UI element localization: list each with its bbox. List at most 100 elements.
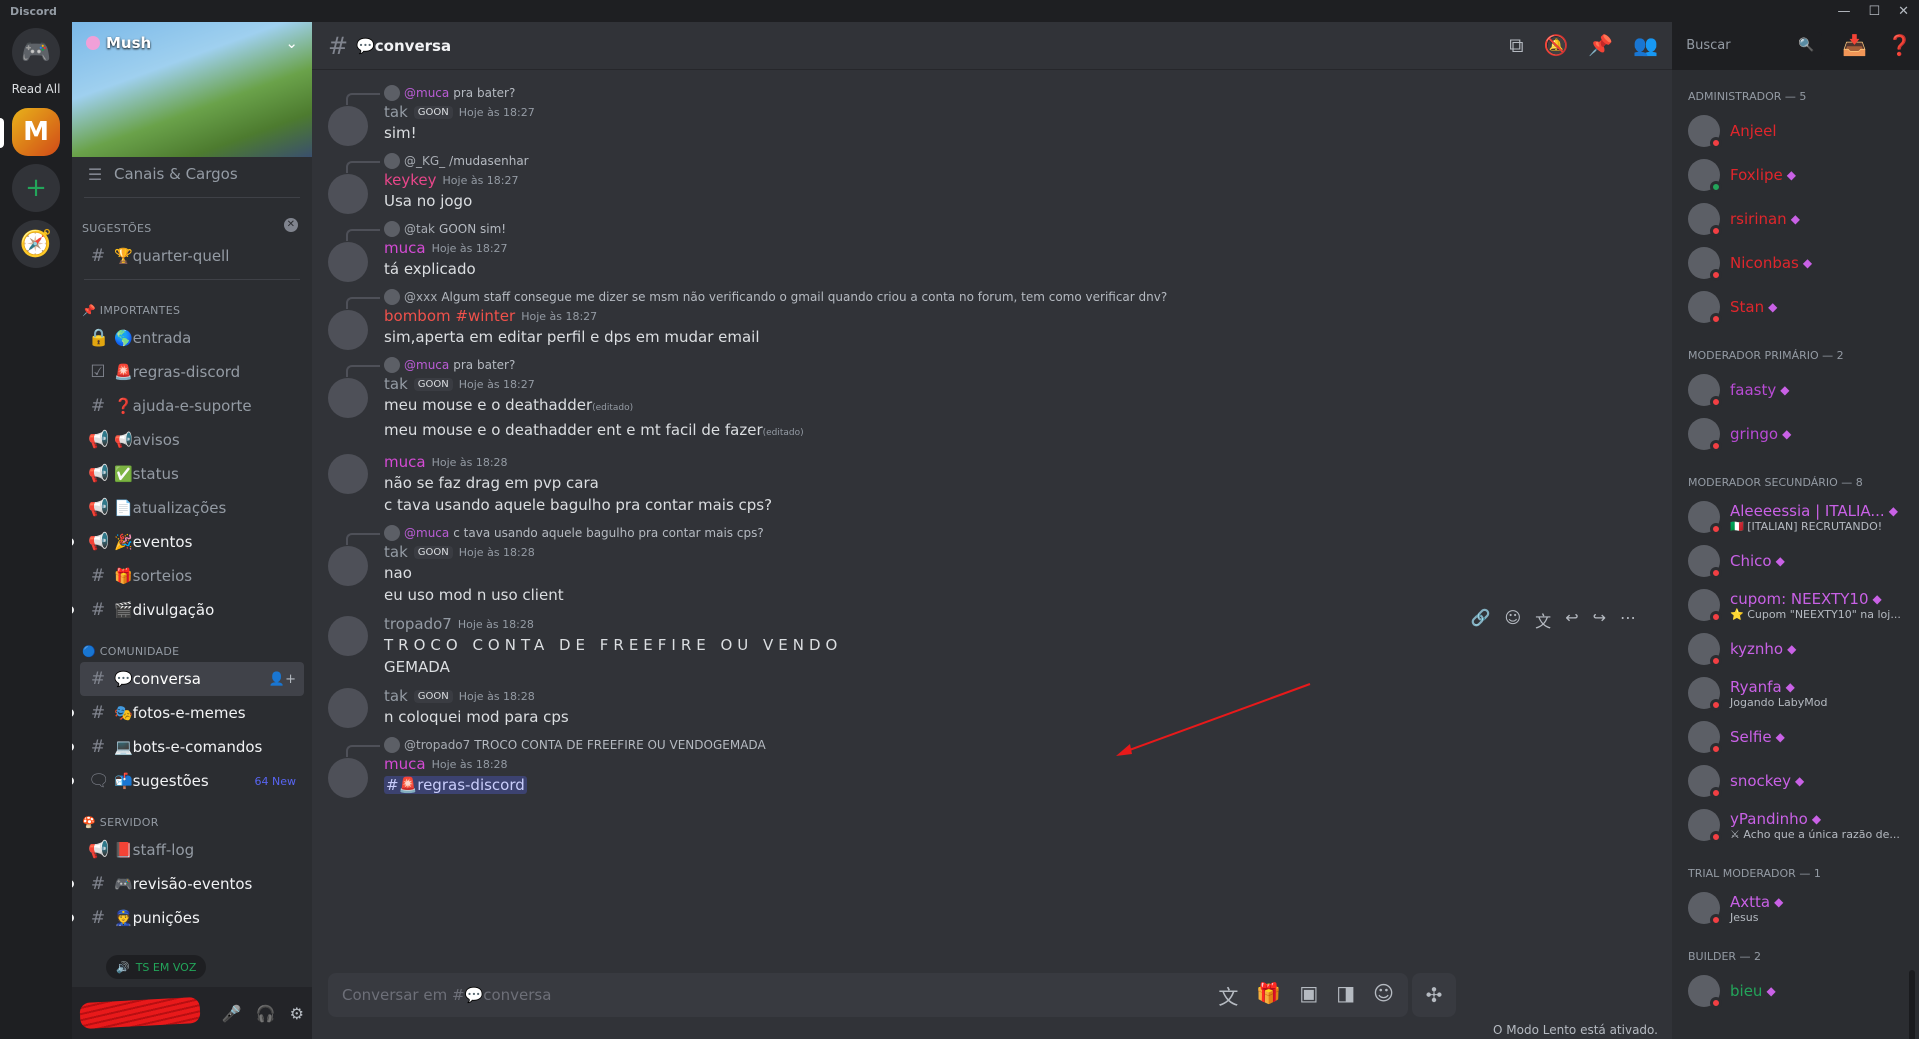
author-name[interactable]: tak xyxy=(384,687,408,705)
search-input[interactable]: Buscar 🔍 xyxy=(1678,32,1823,58)
message[interactable]: @muca pra bater? tak GOON Hoje às 18:27 sim! xyxy=(312,80,1672,148)
reply-author[interactable]: @muca xyxy=(404,526,449,540)
author-name[interactable]: muca xyxy=(384,239,426,257)
author-name[interactable]: keykey xyxy=(384,171,437,189)
channel-item[interactable]: ☑ 🚨regras-discord xyxy=(80,355,304,389)
reply-author[interactable]: @tak xyxy=(404,222,435,236)
discover-button[interactable]: 🧭 xyxy=(12,220,60,268)
channel-item[interactable]: # ❓ajuda-e-suporte xyxy=(80,389,304,423)
member-item[interactable]: faasty ◆ xyxy=(1680,368,1911,412)
user-avatar[interactable] xyxy=(328,310,368,350)
member-item[interactable]: Ryanfa ◆ Jogando LabyMod xyxy=(1680,671,1911,715)
member-item[interactable]: Niconbas ◆ xyxy=(1680,241,1911,285)
guild-tag[interactable]: GOON xyxy=(413,105,453,119)
channel-mention[interactable]: #🚨regras-discord xyxy=(384,776,527,794)
close-icon[interactable]: ✕ xyxy=(284,218,298,232)
message[interactable]: @tak GOON sim! muca Hoje às 18:27 tá explica… xyxy=(312,216,1672,284)
translate-icon[interactable]: 文 xyxy=(1218,981,1238,1010)
author-name[interactable]: muca xyxy=(384,453,426,471)
emoji-icon[interactable]: ☺ xyxy=(1373,981,1394,1010)
message-composer[interactable]: Conversar em #💬conversa 文 🎁 ▣ ◨ ☺ xyxy=(328,973,1408,1017)
server-banner[interactable]: Mush ⌄ xyxy=(72,22,312,157)
member-item[interactable]: rsirinan ◆ xyxy=(1680,197,1911,241)
reply-author[interactable]: @muca xyxy=(404,86,449,100)
gift-icon[interactable]: 🎁 xyxy=(1256,981,1281,1010)
add-server-button[interactable]: + xyxy=(12,164,60,212)
category-header[interactable]: 📌 IMPORTANTES xyxy=(72,286,312,321)
add-member-icon[interactable]: 👤+ xyxy=(269,672,296,687)
user-avatar[interactable] xyxy=(328,758,368,798)
member-item[interactable]: Anjeel xyxy=(1680,109,1911,153)
message[interactable]: @muca pra bater? tak GOON Hoje às 18:27 meu m… xyxy=(312,352,1672,448)
user-avatar[interactable] xyxy=(328,378,368,418)
members-icon[interactable]: 👥 xyxy=(1633,33,1658,57)
reply-icon[interactable]: ↩ xyxy=(1565,608,1578,632)
channel-item[interactable]: # 🎭fotos-e-memes xyxy=(72,696,304,730)
guild-tag[interactable]: GOON xyxy=(413,377,453,391)
apps-button[interactable]: ✣ xyxy=(1412,973,1456,1017)
translate-icon[interactable]: 文 xyxy=(1535,608,1551,632)
maximize-icon[interactable]: ☐ xyxy=(1868,4,1880,19)
reply-author[interactable]: @tropado7 xyxy=(404,738,470,752)
author-name[interactable]: bombom #winter xyxy=(384,307,515,325)
member-item[interactable]: kyznho ◆ xyxy=(1680,627,1911,671)
guild-tag[interactable]: GOON xyxy=(413,689,453,703)
message[interactable]: @_KG_ /mudasenhar keykey Hoje às 18:27 Usa n… xyxy=(312,148,1672,216)
message[interactable]: tropado7 Hoje às 18:28 TROCO CONTA DE FREE… xyxy=(312,608,1672,682)
reply-preview[interactable]: @_KG_ /mudasenhar xyxy=(346,152,1624,173)
pin-icon[interactable]: 📌 xyxy=(1588,33,1613,57)
headphones-icon[interactable]: 🎧 xyxy=(256,1004,276,1023)
channel-item[interactable]: # 💻bots-e-comandos xyxy=(72,730,304,764)
member-item[interactable]: gringo ◆ xyxy=(1680,412,1911,456)
category-header[interactable]: 🔵 COMUNIDADE xyxy=(72,627,312,662)
message[interactable]: @tropado7 TROCO CONTA DE FREEFIRE OU VEND… xyxy=(312,732,1672,800)
help-icon[interactable]: ❓ xyxy=(1887,33,1912,57)
server-icon-mush[interactable]: M xyxy=(0,108,60,156)
reply-author[interactable]: @muca xyxy=(404,358,449,372)
member-item[interactable]: Chico ◆ xyxy=(1680,539,1911,583)
channel-item[interactable]: 🔒 🌎entrada xyxy=(80,321,304,355)
reply-author[interactable]: @_KG_ xyxy=(404,154,445,168)
author-name[interactable]: tak xyxy=(384,543,408,561)
message[interactable]: muca Hoje às 18:28 não se faz drag em pvp … xyxy=(312,448,1672,520)
react-icon[interactable]: ☺ xyxy=(1504,608,1521,632)
member-item[interactable]: cupom: NEEXTY10 ◆ ⭐ Cupom "NEEXTY10" na lo… xyxy=(1680,583,1911,627)
member-item[interactable]: Foxlipe ◆ xyxy=(1680,153,1911,197)
chevron-down-icon[interactable]: ⌄ xyxy=(285,34,298,52)
member-item[interactable]: yPandinho ◆ ⚔ Acho que a única razão de... xyxy=(1680,803,1911,847)
channel-item[interactable]: # 🏆quarter-quell xyxy=(80,239,304,273)
channel-item[interactable]: 📢 ✅status xyxy=(80,457,304,491)
member-item[interactable]: Aleeeessia | ITALIA... ◆ 🇮🇹 [ITALIAN] RECR… xyxy=(1680,495,1911,539)
microphone-icon[interactable]: 🎤 xyxy=(222,1004,242,1023)
message[interactable]: tak GOON Hoje às 18:28 n coloquei mod para … xyxy=(312,682,1672,732)
channel-item[interactable]: # 🎬divulgação xyxy=(72,593,304,627)
mute-bell-icon[interactable]: 🔕 xyxy=(1543,33,1568,57)
channel-item[interactable]: # 🎁sorteios xyxy=(80,559,304,593)
reply-preview[interactable]: @tak GOON sim! xyxy=(346,220,1624,241)
user-avatar[interactable] xyxy=(328,688,368,728)
user-avatar[interactable] xyxy=(328,546,368,586)
voice-activity[interactable]: 🔊 TS EM VOZ xyxy=(106,955,207,979)
gear-icon[interactable]: ⚙ xyxy=(290,1004,304,1023)
user-avatar[interactable] xyxy=(328,174,368,214)
server-header[interactable]: Mush xyxy=(86,34,151,52)
close-icon[interactable]: ✕ xyxy=(1898,4,1909,19)
forward-icon[interactable]: ↪ xyxy=(1593,608,1606,632)
category-header[interactable]: 🍄 SERVIDOR xyxy=(72,798,312,833)
guild-tag[interactable]: GOON xyxy=(413,545,453,559)
reply-preview[interactable]: @muca pra bater? xyxy=(346,356,1624,377)
reply-preview[interactable]: @muca pra bater? xyxy=(346,84,1624,105)
reply-preview[interactable]: @muca c tava usando aquele bagulho pra co… xyxy=(346,524,1624,545)
author-name[interactable]: muca xyxy=(384,755,426,773)
member-item[interactable]: Stan ◆ xyxy=(1680,285,1911,329)
channel-item[interactable]: 📢 📕staff-log xyxy=(80,833,304,867)
reply-preview[interactable]: @tropado7 TROCO CONTA DE FREEFIRE OU VEND… xyxy=(346,736,1624,757)
author-name[interactable]: tak xyxy=(384,103,408,121)
reply-author[interactable]: @xxx xyxy=(404,290,437,304)
channel-item[interactable]: 🗨 📬sugestões 64 New xyxy=(72,764,304,798)
user-avatar[interactable] xyxy=(328,106,368,146)
minimize-icon[interactable]: — xyxy=(1837,4,1850,19)
channel-item[interactable]: 📢 📄atualizações xyxy=(80,491,304,525)
inbox-icon[interactable]: 📥 xyxy=(1842,33,1867,57)
author-name[interactable]: tropado7 xyxy=(384,615,452,633)
